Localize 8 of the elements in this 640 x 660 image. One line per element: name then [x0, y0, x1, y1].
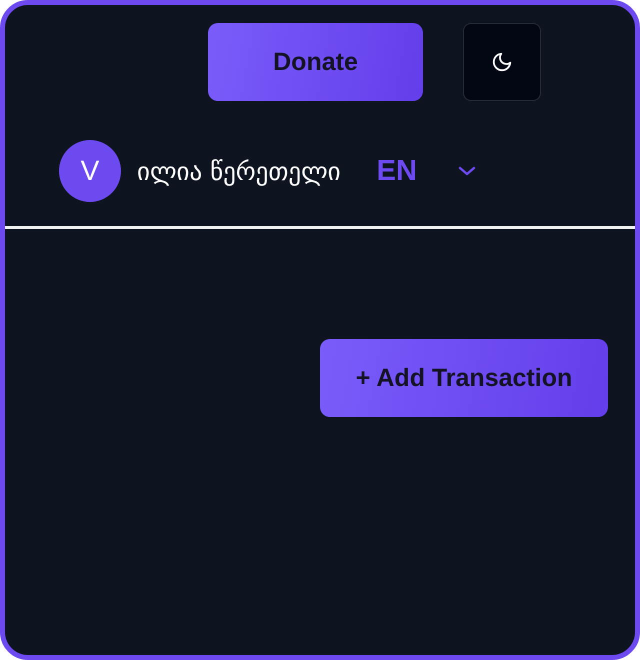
chevron-down-icon[interactable]	[456, 165, 477, 177]
language-selector[interactable]: EN	[376, 154, 417, 188]
moon-icon	[491, 51, 513, 73]
theme-toggle-button[interactable]	[463, 23, 541, 101]
user-name: ილია წერეთელი	[137, 156, 341, 186]
donate-button[interactable]: Donate	[208, 23, 423, 101]
add-transaction-button[interactable]: + Add Transaction	[320, 339, 608, 417]
avatar[interactable]: V	[59, 140, 121, 202]
